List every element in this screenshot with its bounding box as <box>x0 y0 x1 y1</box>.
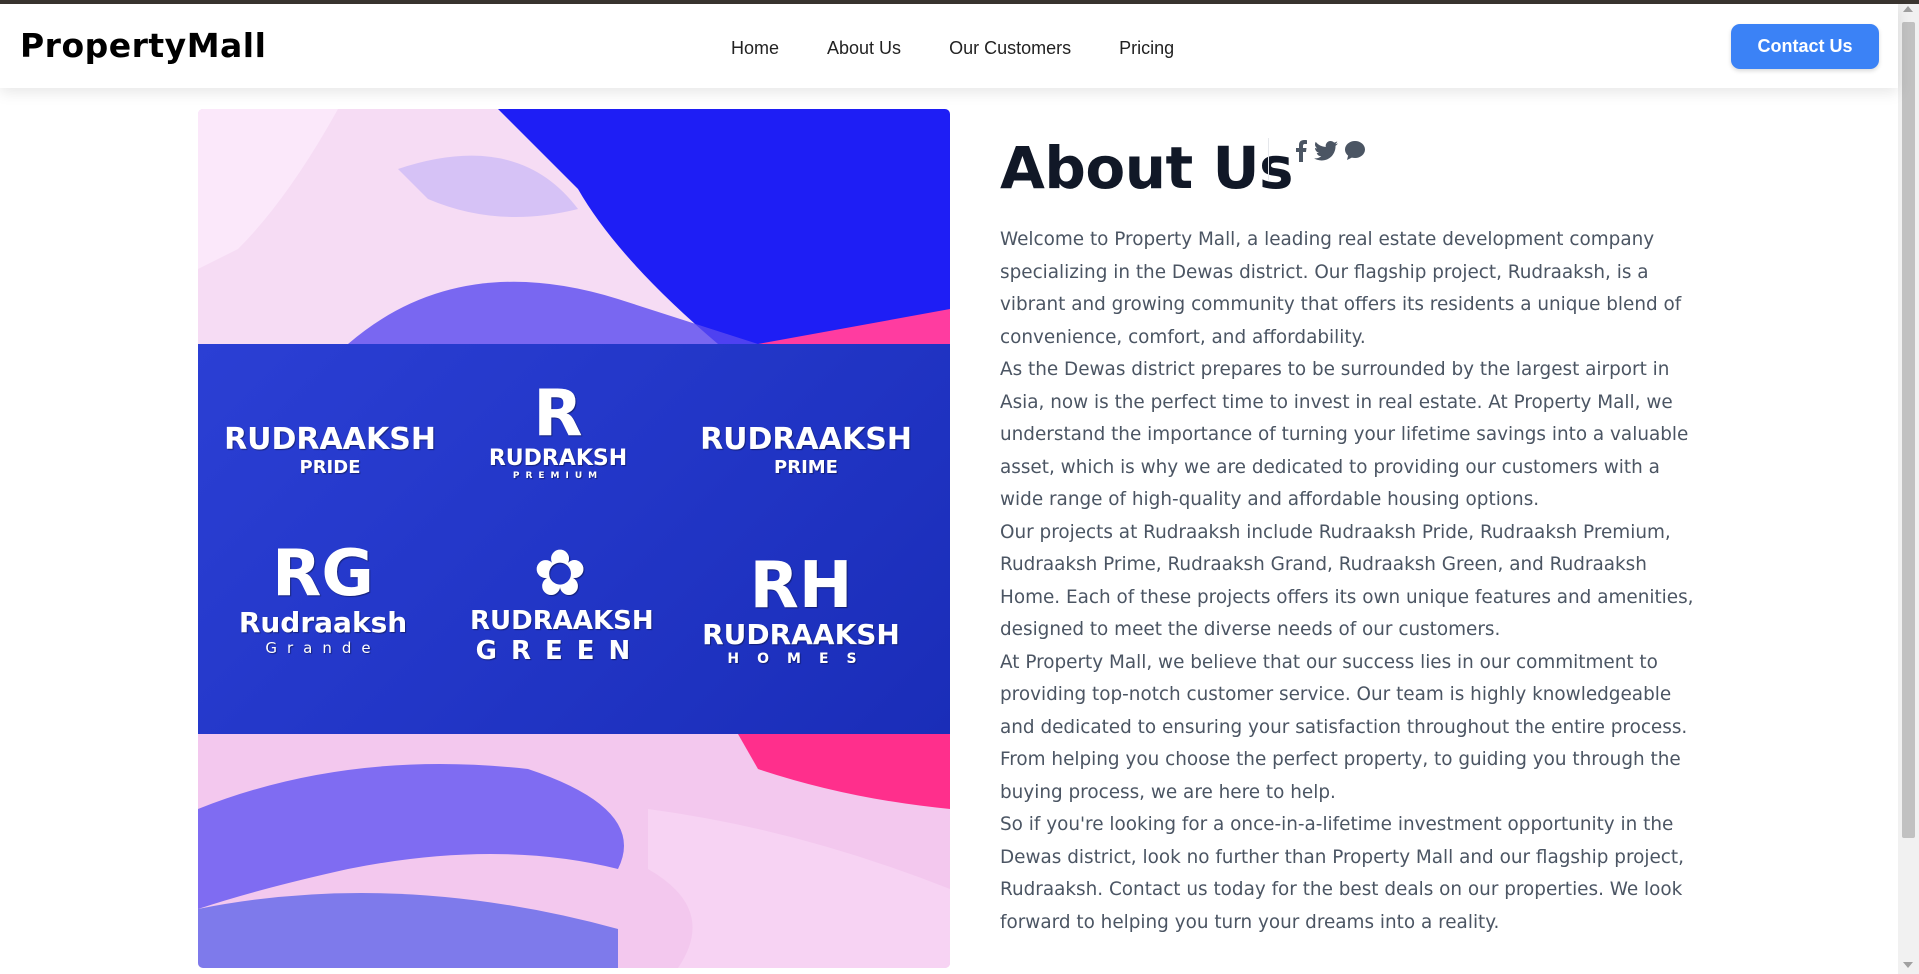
navbar: PropertyMall Home About Us Our Customers… <box>0 4 1898 88</box>
scroll-up-arrow[interactable] <box>1903 6 1913 12</box>
about-paragraph: Our projects at Rudraaksh include Rudraa… <box>1000 521 1694 641</box>
about-us-body: Welcome to Property Mall, a leading real… <box>1000 224 1700 939</box>
about-paragraph: Welcome to Property Mall, a leading real… <box>1000 229 1682 348</box>
logo-rudraksh-premium: R RUDRAKSH PREMIUM <box>488 377 628 481</box>
logo-rudraaksh-green: ✿ RUDRAAKSH GREEN <box>470 537 654 666</box>
social-icons <box>1294 140 1366 166</box>
contact-us-button[interactable]: Contact Us <box>1731 24 1879 69</box>
about-us-heading: About Us <box>1000 134 1294 202</box>
nav-pricing[interactable]: Pricing <box>1119 38 1174 59</box>
twitter-icon[interactable] <box>1314 140 1338 166</box>
nav-home[interactable]: Home <box>731 38 779 59</box>
title-divider <box>1268 138 1269 180</box>
logo-rudraaksh-grande: RG Rudraaksh Grande <box>238 537 408 657</box>
nav-our-customers[interactable]: Our Customers <box>949 38 1071 59</box>
chat-icon[interactable] <box>1344 140 1366 166</box>
main-nav: Home About Us Our Customers Pricing <box>731 38 1222 59</box>
site-logo[interactable]: PropertyMall <box>20 26 266 65</box>
about-paragraph: At Property Mall, we believe that our su… <box>1000 651 1688 803</box>
nav-about-us[interactable]: About Us <box>827 38 901 59</box>
about-hero-image: RUDRAAKSH PRIDE R RUDRAKSH PREMIUM RUDRA… <box>198 109 950 968</box>
logo-rudraaksh-homes: RH RUDRAAKSH HOMES <box>702 549 900 667</box>
about-paragraph: As the Dewas district prepares to be sur… <box>1000 359 1689 510</box>
project-logos-band: RUDRAAKSH PRIDE R RUDRAKSH PREMIUM RUDRA… <box>198 344 950 734</box>
scroll-down-arrow[interactable] <box>1903 962 1913 968</box>
logo-rudraaksh-prime: RUDRAAKSH PRIME <box>700 422 912 478</box>
facebook-icon[interactable] <box>1294 140 1308 166</box>
logo-rudraaksh-pride: RUDRAAKSH PRIDE <box>224 422 436 478</box>
about-paragraph: So if you're looking for a once-in-a-lif… <box>1000 814 1684 933</box>
scrollbar-thumb[interactable] <box>1902 22 1915 838</box>
